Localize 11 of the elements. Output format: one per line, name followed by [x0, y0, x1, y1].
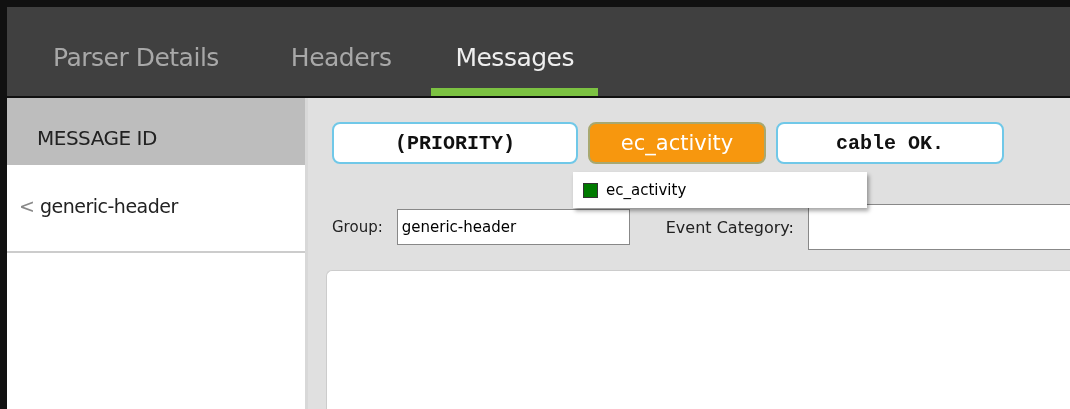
column-header: MESSAGE ID: [7, 98, 305, 165]
tab[interactable]: Headers: [274, 7, 408, 96]
input-field[interactable]: [807, 204, 1070, 250]
input-field[interactable]: generic-header: [396, 209, 630, 245]
token-chip[interactable]: cable OK.: [776, 122, 1004, 164]
menu-item[interactable]: ec_activity: [606, 181, 687, 199]
message-item[interactable]: < generic-header: [7, 165, 305, 253]
field-label: Group:: [332, 218, 383, 236]
field-label: Event Category:: [665, 217, 794, 237]
tab[interactable]: Parser Details: [37, 7, 235, 96]
token-chip[interactable]: (PRIORITY): [332, 122, 578, 164]
